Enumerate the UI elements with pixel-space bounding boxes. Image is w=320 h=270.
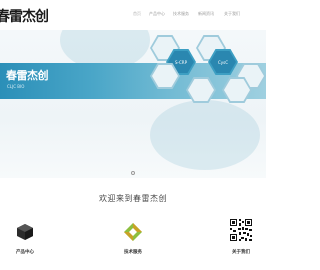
dna-decoration [150, 100, 260, 170]
feature-about[interactable]: 关于我们 [216, 218, 266, 268]
feature-label: 关于我们 [232, 250, 250, 255]
banner-subtitle: CLJC BIO [7, 84, 25, 89]
qr-code-icon [229, 218, 253, 242]
feature-services[interactable]: 技术服务 [108, 218, 158, 268]
nav-item-products[interactable]: 产品中心 [149, 11, 165, 17]
feature-products[interactable]: 产品中心 [0, 218, 50, 268]
nav-item-about[interactable]: 关于我们 [224, 11, 240, 17]
nav-item-home[interactable]: 首页 [133, 11, 141, 17]
hero-banner[interactable]: 春雷杰创 CLJC BIO S-CRP CysC [0, 30, 266, 178]
banner-title: 春雷杰创 [6, 69, 49, 82]
nav-item-services[interactable]: 技术服务 [173, 11, 189, 17]
green-gold-diamond-icon [124, 223, 142, 241]
dark-cube-icon [17, 224, 33, 240]
feature-row: 产品中心 技术服务 关于我们 [0, 218, 266, 270]
logo-text: 春雷杰创 [0, 9, 48, 25]
header: 春雷杰创 首页 产品中心 技术服务 新闻资讯 关于我们 [0, 0, 266, 32]
welcome-heading: 欢迎来到春雷杰创 [99, 194, 167, 203]
feature-label: 产品中心 [16, 250, 34, 255]
logo[interactable]: 春雷杰创 [0, 5, 48, 25]
carousel-dot[interactable] [131, 171, 135, 175]
hexagon-label: S-CRP [175, 59, 187, 65]
feature-label: 技术服务 [124, 250, 142, 255]
hexagon-label: CysC [217, 59, 229, 65]
nav-item-news[interactable]: 新闻资讯 [198, 11, 214, 17]
